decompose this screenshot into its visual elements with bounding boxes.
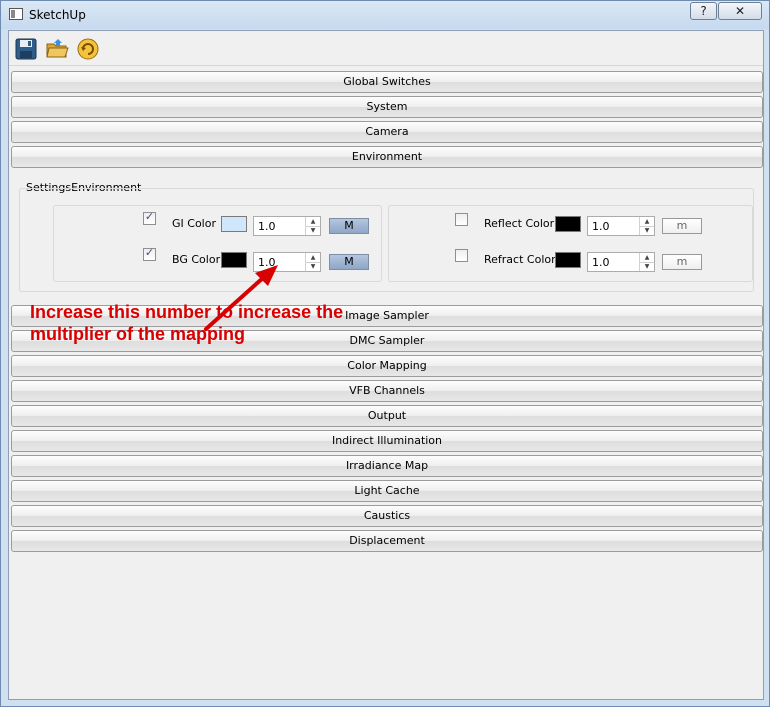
annotation-arrow [204, 265, 278, 331]
annotation-text: Increase this number to increase the mul… [30, 302, 344, 344]
sketchup-window: SketchUp ? ✕ Global SwitchesSystemCame [0, 0, 770, 707]
